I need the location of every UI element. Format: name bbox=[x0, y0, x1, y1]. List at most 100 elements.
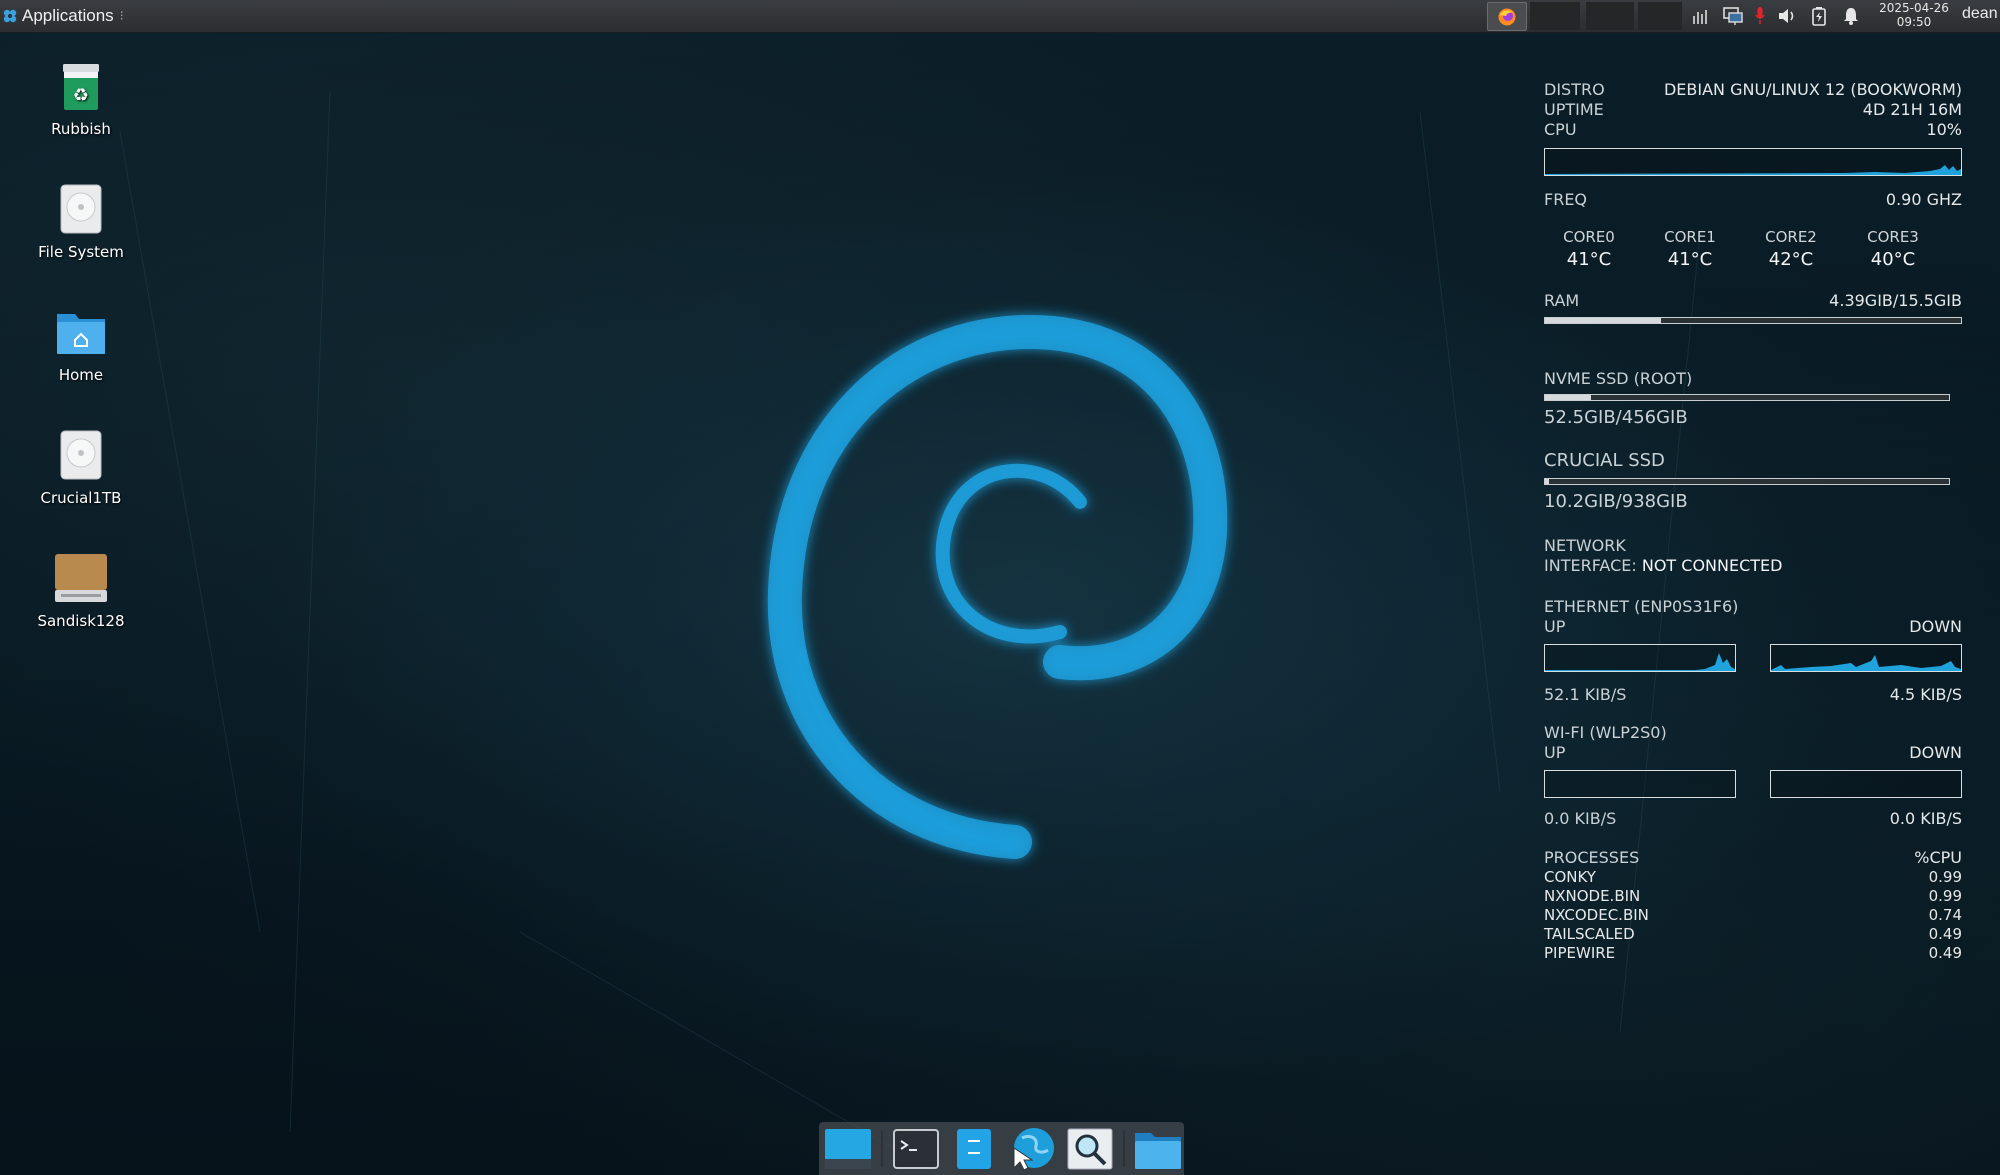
applications-menu-button[interactable]: Applications ⁝ bbox=[2, 4, 124, 28]
network-icon[interactable] bbox=[1722, 5, 1744, 27]
clock-time: 09:50 bbox=[1896, 15, 1932, 29]
process-name: NXCODEC.BIN bbox=[1544, 906, 1649, 924]
core-temp: CORE2 42°C bbox=[1746, 228, 1836, 270]
battery-icon[interactable] bbox=[1808, 5, 1830, 27]
home-folder-icon bbox=[53, 304, 109, 360]
drive-icon bbox=[53, 427, 109, 483]
freq-label: FREQ bbox=[1544, 190, 1588, 209]
process-name: CONKY bbox=[1544, 868, 1596, 886]
usb-drive-icon bbox=[53, 550, 109, 606]
crucial-label: CRUCIAL SSD bbox=[1544, 450, 1665, 471]
dock-terminal-button[interactable] bbox=[891, 1126, 941, 1172]
desktop-icon-label: Sandisk128 bbox=[37, 612, 125, 630]
uptime-value: 4D 21H 16M bbox=[1862, 100, 1962, 119]
wifi-up-label: UP bbox=[1544, 743, 1566, 762]
taskbar-firefox-button[interactable] bbox=[1487, 2, 1527, 31]
nvme-row: NVME SSD (ROOT) bbox=[1544, 369, 1962, 389]
network-row: NETWORK bbox=[1544, 536, 1962, 556]
ethernet-rate-row: 52.1 KIB/S 4.5 KIB/S bbox=[1544, 685, 1962, 705]
distro-label: DISTRO bbox=[1544, 80, 1605, 99]
interface-row: INTERFACE: NOT CONNECTED bbox=[1544, 556, 1962, 576]
nvme-usage-fill bbox=[1545, 395, 1592, 400]
desktop-icon-sandisk128[interactable]: Sandisk128 bbox=[20, 550, 142, 630]
ram-usage-fill bbox=[1545, 318, 1662, 323]
ram-value: 4.39GIB/15.5GIB bbox=[1829, 291, 1962, 310]
network-label: NETWORK bbox=[1544, 536, 1626, 555]
top-panel: Applications ⁝ 2025-04-26 09:50 dean bbox=[0, 0, 2000, 33]
taskbar-empty-slot[interactable] bbox=[1638, 2, 1682, 30]
dock-file-manager-button[interactable] bbox=[949, 1126, 999, 1172]
interface-status: INTERFACE: NOT CONNECTED bbox=[1544, 556, 1782, 575]
microphone-icon[interactable] bbox=[1754, 5, 1766, 27]
wifi-up-graph bbox=[1544, 770, 1736, 798]
process-row: PIPEWIRE 0.49 bbox=[1544, 944, 1962, 962]
dock-app-finder-button[interactable] bbox=[1065, 1126, 1115, 1172]
desktop-icon-label: Rubbish bbox=[51, 120, 111, 138]
panel-clock[interactable]: 2025-04-26 09:50 bbox=[1866, 1, 1962, 29]
drive-icon bbox=[53, 181, 109, 237]
dock bbox=[819, 1122, 1184, 1175]
desktop-icon bbox=[825, 1128, 871, 1169]
desktop-icon-file-system[interactable]: File System bbox=[20, 181, 142, 261]
process-cpu: 0.74 bbox=[1928, 906, 1962, 924]
crucial-usage-bar bbox=[1544, 478, 1950, 485]
notification-bell-icon[interactable] bbox=[1840, 5, 1862, 27]
xfce-logo-icon bbox=[3, 9, 17, 23]
dock-separator bbox=[881, 1130, 883, 1167]
ethernet-row: ETHERNET (ENP0S31F6) bbox=[1544, 597, 1962, 617]
ethernet-up-graph bbox=[1544, 644, 1736, 672]
dock-show-desktop-button[interactable] bbox=[823, 1126, 873, 1172]
core-temperature: 41°C bbox=[1566, 249, 1612, 270]
process-name: NXNODE.BIN bbox=[1544, 887, 1641, 905]
folder-icon bbox=[1135, 1132, 1181, 1169]
dock-web-browser-button[interactable] bbox=[1007, 1126, 1057, 1172]
wifi-down-value: 0.0 KIB/S bbox=[1889, 809, 1962, 828]
volume-icon[interactable] bbox=[1776, 5, 1798, 27]
dock-folder-button[interactable] bbox=[1133, 1126, 1183, 1172]
taskbar-empty-slot[interactable] bbox=[1530, 2, 1580, 30]
ethernet-down-value: 4.5 KIB/S bbox=[1889, 685, 1962, 704]
svg-text:♻: ♻ bbox=[73, 85, 89, 106]
ethernet-direction-row: UP DOWN bbox=[1544, 617, 1962, 637]
desktop-icon-rubbish[interactable]: ♻ Rubbish bbox=[20, 58, 142, 138]
uptime-row: UPTIME 4D 21H 16M bbox=[1544, 100, 1962, 120]
system-tray bbox=[1690, 3, 1862, 29]
process-row: NXCODEC.BIN 0.74 bbox=[1544, 906, 1962, 924]
panel-separator-handle[interactable]: ⁝ bbox=[120, 9, 124, 24]
process-row: TAILSCALED 0.49 bbox=[1544, 925, 1962, 943]
cpu-graph bbox=[1544, 148, 1962, 176]
process-row: CONKY 0.99 bbox=[1544, 868, 1962, 886]
app-finder-icon bbox=[1067, 1128, 1113, 1169]
crucial-usage-fill bbox=[1545, 479, 1550, 484]
core-temperature: 40°C bbox=[1870, 249, 1916, 270]
ethernet-down-label: DOWN bbox=[1909, 617, 1962, 636]
web-browser-icon bbox=[1013, 1127, 1054, 1171]
core-name: CORE3 bbox=[1867, 228, 1919, 246]
cpu-value: 10% bbox=[1926, 120, 1962, 139]
processes-header: PROCESSES %CPU bbox=[1544, 848, 1962, 868]
desktop-icon-home[interactable]: Home bbox=[20, 304, 142, 384]
crucial-value: 10.2GIB/938GIB bbox=[1544, 491, 1688, 512]
process-row: NXNODE.BIN 0.99 bbox=[1544, 887, 1962, 905]
nvme-value-row: 52.5GIB/456GIB bbox=[1544, 407, 1962, 428]
ethernet-up-label: UP bbox=[1544, 617, 1566, 636]
interface-value: NOT CONNECTED bbox=[1641, 556, 1783, 575]
uptime-label: UPTIME bbox=[1544, 100, 1604, 119]
nvme-usage-bar bbox=[1544, 394, 1950, 401]
trash-icon: ♻ bbox=[53, 58, 109, 114]
freq-value: 0.90 GHZ bbox=[1885, 190, 1962, 209]
user-menu-button[interactable]: dean bbox=[1962, 5, 1998, 23]
core-name: CORE0 bbox=[1563, 228, 1615, 246]
desktop-icon-crucial1tb[interactable]: Crucial1TB bbox=[20, 427, 142, 507]
process-cpu: 0.99 bbox=[1928, 887, 1962, 905]
wifi-label: WI-FI (WLP2S0) bbox=[1544, 723, 1667, 742]
wifi-down-graph bbox=[1770, 770, 1962, 798]
wifi-up-value: 0.0 KIB/S bbox=[1544, 809, 1617, 828]
core-temperature: 41°C bbox=[1667, 249, 1713, 270]
network-monitor-icon[interactable] bbox=[1690, 5, 1712, 27]
core-name: CORE2 bbox=[1765, 228, 1817, 246]
core-temperature: 42°C bbox=[1768, 249, 1814, 270]
ethernet-down-graph bbox=[1770, 644, 1962, 672]
taskbar-empty-slot[interactable] bbox=[1586, 2, 1634, 30]
interface-label: INTERFACE: bbox=[1544, 556, 1637, 575]
